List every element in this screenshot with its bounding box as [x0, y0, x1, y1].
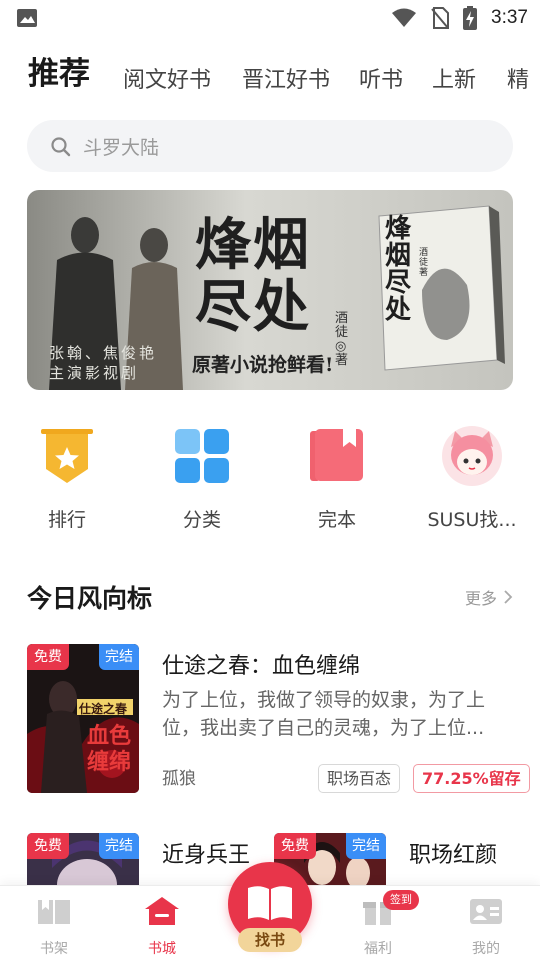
- search-icon: [51, 137, 71, 157]
- nav-bookshelf[interactable]: 书架: [14, 896, 94, 958]
- tab-recommend[interactable]: 推荐: [28, 48, 90, 93]
- search-input[interactable]: 斗罗大陆: [83, 133, 159, 160]
- category-finished[interactable]: 完本: [282, 425, 392, 532]
- book-cover[interactable]: 免费 完结: [27, 833, 139, 893]
- section-more-label: 更多: [464, 589, 497, 608]
- finished-badge: 完结: [99, 644, 139, 670]
- battery-charging-icon: [463, 6, 478, 30]
- banner-cast: 张翰、焦俊艳: [49, 344, 158, 362]
- nav-bookstore-label: 书城: [148, 941, 176, 957]
- banner-cast-role: 主演影视剧: [49, 364, 140, 382]
- sign-in-badge[interactable]: 签到: [383, 890, 419, 910]
- grid-category-icon: [175, 429, 229, 483]
- nav-bookshelf-label: 书架: [40, 941, 68, 957]
- banner-author: 酒徒◎著: [335, 311, 349, 368]
- search-bar[interactable]: 斗罗大陆: [27, 120, 513, 172]
- banner-cover-author: 酒徒著: [419, 248, 429, 278]
- banner-title: 烽烟尽处: [195, 212, 311, 340]
- category-classify-label: 分类: [182, 509, 221, 531]
- retention-tag: 77.25%留存: [413, 764, 530, 793]
- tab-jinjiang[interactable]: 晋江好书: [242, 62, 330, 94]
- book-desc-line: 位，我出卖了自己的灵魂，为了上位...: [162, 717, 485, 739]
- chevron-right-icon: [504, 590, 513, 604]
- category-susu-label: SUSU找...: [427, 509, 517, 531]
- profile-card-icon: [470, 899, 502, 924]
- image-icon: [17, 9, 37, 27]
- category-finished-label: 完本: [317, 509, 356, 531]
- find-book-label[interactable]: 找书: [238, 928, 302, 952]
- nav-profile[interactable]: 我的: [446, 896, 526, 958]
- susu-avatar-icon: [442, 426, 502, 486]
- free-badge: 免费: [274, 833, 316, 859]
- status-bar: 3:37: [0, 0, 540, 36]
- category-classify[interactable]: 分类: [147, 425, 257, 532]
- category-ranking-label: 排行: [47, 509, 86, 531]
- book-author: 孤狼: [162, 769, 196, 789]
- tab-new[interactable]: 上新: [432, 62, 476, 94]
- top-tabs: 推荐 阅文好书 晋江好书 听书 上新 精: [0, 44, 540, 104]
- category-susu[interactable]: SUSU找...: [417, 425, 527, 532]
- book-desc-line: 为了上位，我做了领导的奴隶，为了上: [162, 689, 486, 711]
- book-title[interactable]: 职场红颜: [409, 837, 497, 869]
- ranking-badge-icon: [41, 429, 93, 483]
- free-badge: 免费: [27, 644, 69, 670]
- status-time: 3:37: [491, 7, 528, 28]
- nav-profile-label: 我的: [472, 941, 500, 957]
- finished-badge: 完结: [99, 833, 139, 859]
- finished-book-icon: [310, 429, 363, 481]
- book-cover[interactable]: 仕途之春 血色 缠绵 免费 完结: [27, 644, 139, 793]
- promo-banner[interactable]: 烽烟尽处 酒徒◎著 原著小说抢鲜看! 张翰、焦俊艳 主演影视剧 烽烟尽处 酒徒著: [27, 190, 513, 390]
- section-more-link[interactable]: 更多: [465, 585, 513, 609]
- bookshelf-icon: [38, 900, 70, 924]
- tab-more-partial[interactable]: 精: [507, 62, 529, 94]
- free-badge: 免费: [27, 833, 69, 859]
- section-title: 今日风向标: [27, 584, 153, 613]
- book-cover-text: 缠绵: [87, 749, 132, 775]
- book-cover-text: 仕途之春: [79, 702, 128, 716]
- nav-bookstore[interactable]: 书城: [122, 896, 202, 958]
- book-title[interactable]: 仕途之春：血色缠绵: [162, 648, 360, 680]
- no-sim-icon: [431, 7, 450, 29]
- bookstore-icon: [145, 897, 179, 925]
- banner-cover-title: 烽烟尽处: [385, 214, 412, 325]
- book-description: 为了上位，我做了领导的奴隶，为了上 位，我出卖了自己的灵魂，为了上位...: [162, 686, 507, 742]
- tab-audiobook[interactable]: 听书: [359, 62, 403, 94]
- category-ranking[interactable]: 排行: [12, 425, 122, 532]
- tab-yuewen[interactable]: 阅文好书: [123, 62, 211, 94]
- genre-tag: 职场百态: [318, 764, 401, 793]
- banner-slogan: 原著小说抢鲜看!: [192, 354, 334, 376]
- finished-badge: 完结: [346, 833, 386, 859]
- wifi-icon: [392, 8, 417, 27]
- nav-welfare-label: 福利: [364, 941, 392, 957]
